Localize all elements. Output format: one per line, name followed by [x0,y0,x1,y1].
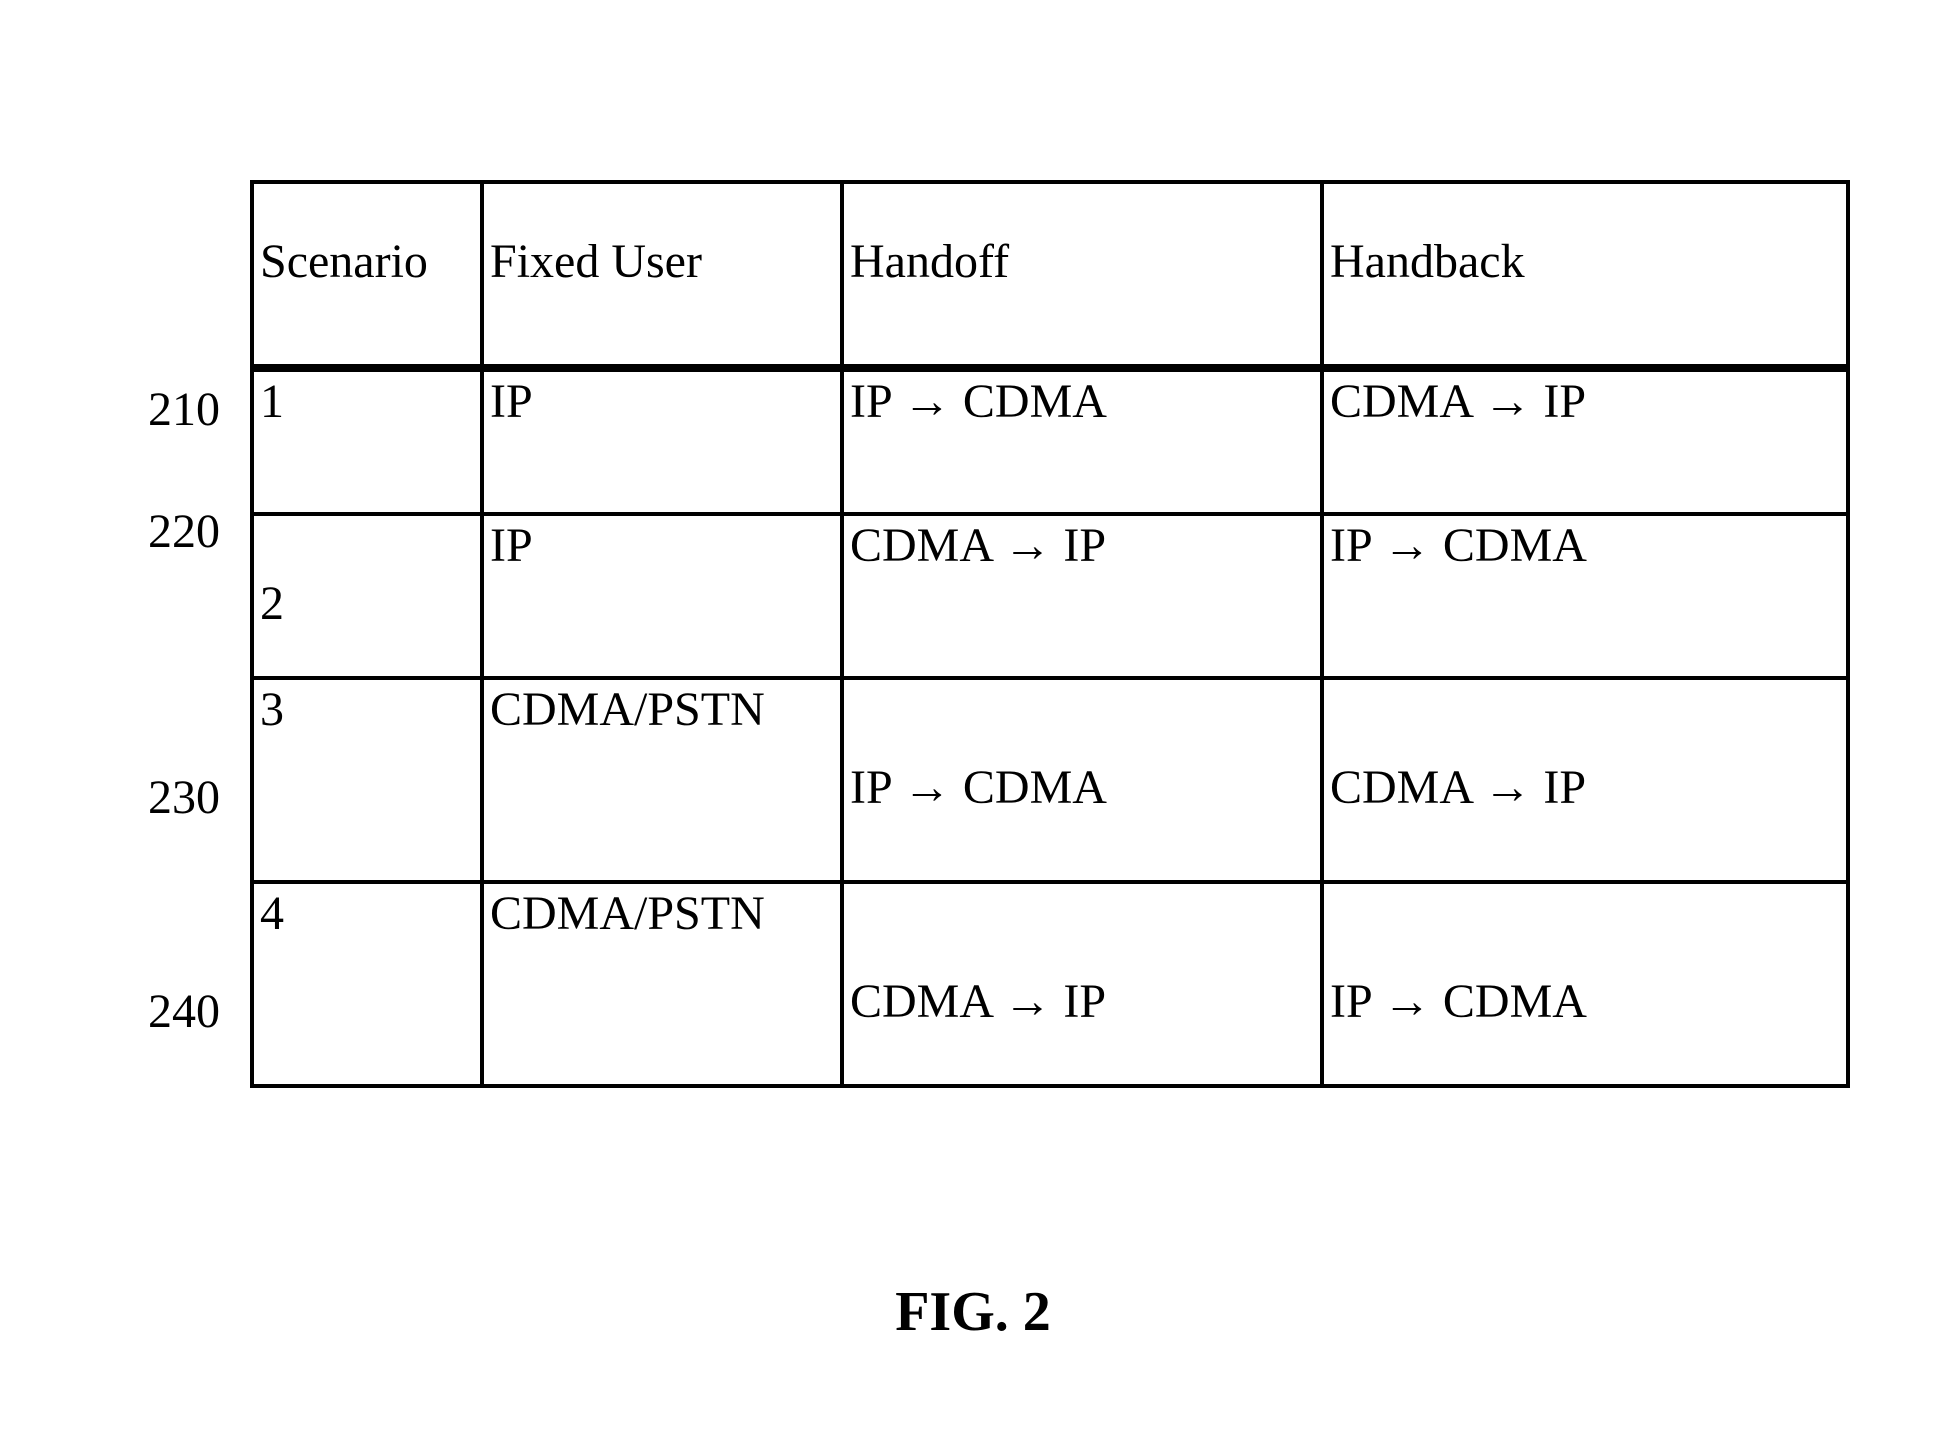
cell-fixed-user: CDMA/PSTN [484,680,844,880]
cell-fixed-user: IP [484,372,844,512]
cell-scenario: 4 [254,884,484,1084]
table-row: 220 2 IP CDMA → IP IP → CDMA [100,516,1850,680]
cell-scenario: 2 [254,516,484,676]
cell-handoff: CDMA → IP [844,516,1324,676]
cell-handoff: IP → CDMA [844,680,1324,880]
cell-handback: CDMA → IP [1324,372,1784,512]
table-row-cells: 2 IP CDMA → IP IP → CDMA [250,516,1850,680]
cell-scenario: 3 [254,680,484,880]
cell-handback: IP → CDMA [1324,516,1784,676]
header-handback: Handback [1324,184,1784,364]
cell-handback: IP → CDMA [1324,884,1784,1084]
row-label-text: 240 [148,984,220,1039]
row-label: 210 [100,372,250,516]
figure-table: Scenario Fixed User Handoff Handback 210… [100,180,1850,1088]
table-header-row: Scenario Fixed User Handoff Handback [100,180,1850,372]
header-fixed-user: Fixed User [484,184,844,364]
cell-fixed-user: IP [484,516,844,676]
row-label-text: 230 [148,770,220,825]
row-label-text: 210 [148,382,220,437]
cell-fixed-user: CDMA/PSTN [484,884,844,1084]
table-row-cells: 4 CDMA/PSTN CDMA → IP IP → CDMA [250,884,1850,1088]
row-label: 220 [100,516,250,680]
figure-caption: FIG. 2 [0,1280,1946,1344]
row-label-text: 220 [148,504,220,559]
cell-handoff: IP → CDMA [844,372,1324,512]
header-scenario: Scenario [254,184,484,364]
table-header: Scenario Fixed User Handoff Handback [250,180,1850,372]
header-handoff: Handoff [844,184,1324,364]
cell-handoff: CDMA → IP [844,884,1324,1084]
row-label: 230 [100,680,250,884]
table-row: 210 1 IP IP → CDMA CDMA → IP [100,372,1850,516]
table-row: 230 3 CDMA/PSTN IP → CDMA CDMA → IP [100,680,1850,884]
cell-scenario: 1 [254,372,484,512]
page: Scenario Fixed User Handoff Handback 210… [0,0,1946,1441]
cell-handback: CDMA → IP [1324,680,1784,880]
table-row-cells: 3 CDMA/PSTN IP → CDMA CDMA → IP [250,680,1850,884]
table-row: 240 4 CDMA/PSTN CDMA → IP IP → CDMA [100,884,1850,1088]
row-label: 240 [100,884,250,1088]
row-label-spacer [100,180,250,372]
table-row-cells: 1 IP IP → CDMA CDMA → IP [250,372,1850,516]
